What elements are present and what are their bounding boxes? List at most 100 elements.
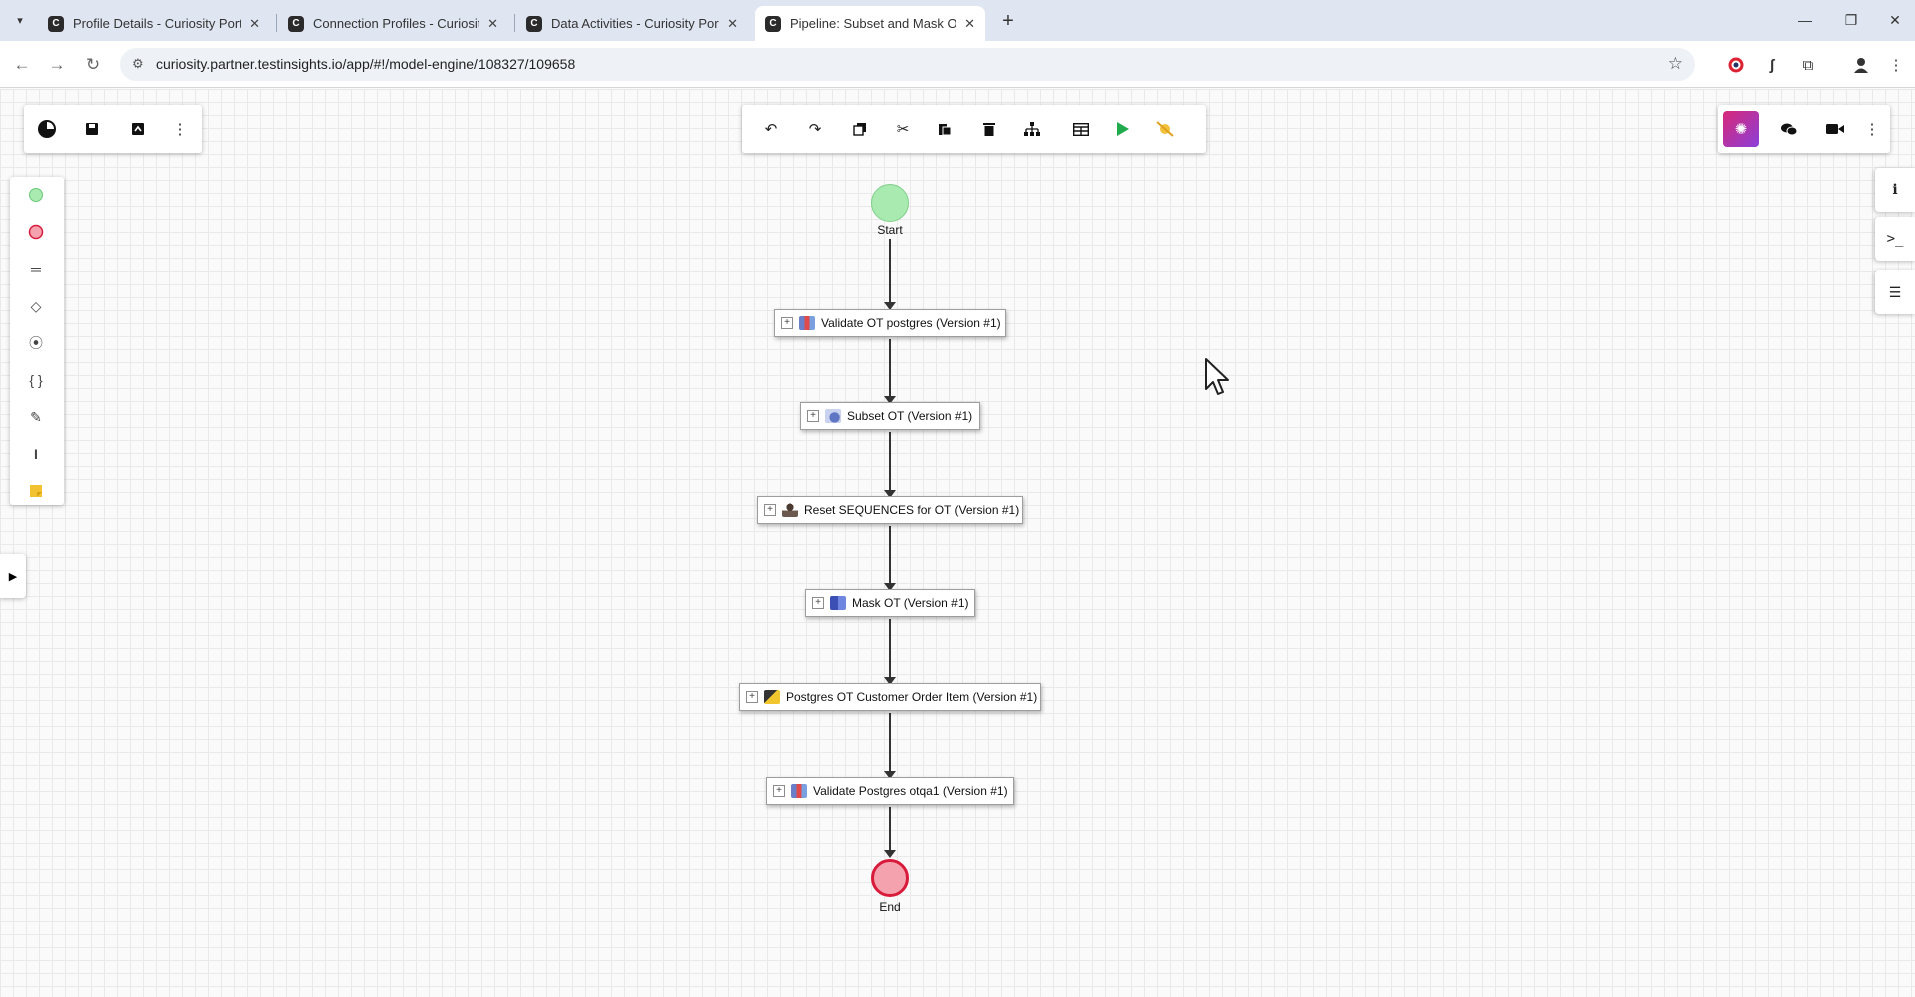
start-label: Start <box>877 223 903 237</box>
tab-divider <box>276 14 277 32</box>
curiosity-favicon-icon: C <box>765 15 781 32</box>
close-icon[interactable]: ✕ <box>964 16 975 32</box>
more-icon[interactable]: ⋮ <box>1857 114 1887 144</box>
restore-icon[interactable]: ❐ <box>1836 8 1866 32</box>
url-text[interactable]: curiosity.partner.testinsights.io/app/#!… <box>156 56 575 72</box>
start-event[interactable] <box>871 184 909 222</box>
expand-icon[interactable]: + <box>746 691 758 703</box>
expand-icon[interactable]: + <box>807 410 819 422</box>
run-icon[interactable] <box>1108 114 1138 144</box>
flow-node[interactable]: + Validate Postgres otqa1 (Version #1) <box>766 777 1014 805</box>
end-event[interactable] <box>871 859 909 897</box>
delete-icon[interactable] <box>974 114 1004 144</box>
list-icon[interactable]: ☰ <box>1875 270 1915 314</box>
chat-icon[interactable] <box>1774 114 1804 144</box>
connector <box>889 526 891 589</box>
tab-profile-details[interactable]: C Profile Details - Curiosity Portal ✕ <box>38 6 270 41</box>
curiosity-favicon-icon: C <box>526 15 542 32</box>
redo-icon[interactable]: ↷ <box>800 114 830 144</box>
extension-s-icon[interactable]: ʃ <box>1760 53 1784 77</box>
text-icon[interactable]: I <box>23 441 49 467</box>
mouse-cursor-icon <box>1204 357 1232 402</box>
paste-icon[interactable] <box>930 114 960 144</box>
left-toolbar: ⋮ <box>24 105 202 153</box>
element-palette: ═ ◇ ⦿ { } ✎ I <box>10 177 64 505</box>
more-icon[interactable]: ⋮ <box>165 114 195 144</box>
tab-title: Data Activities - Curiosity Portal <box>551 16 720 31</box>
site-info-icon[interactable]: ⚙ <box>132 56 144 72</box>
intermediate-icon[interactable]: ═ <box>23 256 49 282</box>
flow-node[interactable]: + Subset OT (Version #1) <box>800 402 980 430</box>
close-window-icon[interactable]: ✕ <box>1880 8 1910 32</box>
minimize-icon[interactable]: — <box>1790 8 1820 32</box>
expand-panel-icon[interactable]: ▶ <box>0 554 26 598</box>
browser-toolbar: ← → ↻ ⚙ curiosity.partner.testinsights.i… <box>0 41 1915 88</box>
profile-avatar-icon[interactable] <box>1849 53 1873 77</box>
browser-menu-icon[interactable]: ⋮ <box>1884 53 1908 77</box>
extensions-puzzle-icon[interactable]: ⧉ <box>1796 53 1820 77</box>
undo-icon[interactable]: ↶ <box>756 114 786 144</box>
arrow-head <box>884 850 896 858</box>
gateway-icon[interactable]: ◇ <box>23 293 49 319</box>
close-icon[interactable]: ✕ <box>727 16 738 32</box>
sticky-note-icon[interactable] <box>23 478 49 504</box>
info-icon[interactable]: i <box>1875 168 1915 212</box>
node-label: Mask OT (Version #1) <box>852 596 969 610</box>
flow-node[interactable]: + Validate OT postgres (Version #1) <box>774 309 1006 337</box>
end-label: End <box>879 900 901 914</box>
new-tab-icon[interactable]: + <box>995 8 1021 34</box>
export-icon[interactable] <box>123 114 153 144</box>
expand-icon[interactable]: + <box>781 317 793 329</box>
expand-icon[interactable]: + <box>812 597 824 609</box>
back-icon[interactable]: ← <box>9 52 35 78</box>
edit-icon[interactable]: ✎ <box>23 404 49 430</box>
connector <box>889 239 891 308</box>
center-toolbar: ↶ ↷ ✂ <box>742 105 1206 153</box>
node-label: Postgres OT Customer Order Item (Version… <box>786 690 1038 704</box>
forward-icon[interactable]: → <box>44 52 70 78</box>
bookmark-star-icon[interactable]: ☆ <box>1668 54 1683 74</box>
address-bar[interactable]: ⚙ curiosity.partner.testinsights.io/app/… <box>120 48 1695 81</box>
pipeline-canvas[interactable]: ⋮ ↶ ↷ ✂ ✺ ⋮ ═ ◇ ⦿ {} ✎ I ▶ i >_ ☰ Start… <box>0 89 1915 997</box>
tab-data-activities[interactable]: C Data Activities - Curiosity Portal ✕ <box>516 6 748 41</box>
validate-icon <box>799 316 815 330</box>
table-icon[interactable] <box>1066 114 1096 144</box>
close-icon[interactable]: ✕ <box>249 16 260 32</box>
tab-divider <box>514 14 515 32</box>
braces-icon[interactable]: { } <box>23 367 49 393</box>
expand-icon[interactable]: + <box>764 504 776 516</box>
mask-icon <box>830 596 846 610</box>
subprocess-icon[interactable]: ⦿ <box>23 330 49 356</box>
flow-node[interactable]: + Mask OT (Version #1) <box>805 589 975 617</box>
extension-icon[interactable] <box>1724 53 1748 77</box>
close-icon[interactable]: ✕ <box>487 16 498 32</box>
flow-node[interactable]: + Reset SEQUENCES for OT (Version #1) <box>757 496 1023 524</box>
database-folder-icon <box>764 690 780 704</box>
tab-search-icon[interactable]: ▾ <box>8 8 32 32</box>
node-label: Validate OT postgres (Version #1) <box>821 316 1001 330</box>
tab-title: Connection Profiles - Curiosity <box>313 16 480 31</box>
connector <box>889 713 891 777</box>
copy-icon[interactable] <box>845 114 875 144</box>
start-event-icon[interactable] <box>23 182 49 208</box>
flow-node[interactable]: + Postgres OT Customer Order Item (Versi… <box>739 683 1041 711</box>
connector <box>889 432 891 496</box>
connector <box>889 619 891 683</box>
cut-icon[interactable]: ✂ <box>888 114 918 144</box>
video-icon[interactable] <box>1820 114 1850 144</box>
tab-title: Pipeline: Subset and Mask OT F <box>790 16 957 31</box>
reload-icon[interactable]: ↻ <box>80 52 106 78</box>
hierarchy-icon[interactable] <box>1017 114 1047 144</box>
right-toolbar: ✺ ⋮ <box>1718 105 1890 153</box>
end-event-icon[interactable] <box>23 219 49 245</box>
tab-connection-profiles[interactable]: C Connection Profiles - Curiosity ✕ <box>278 6 508 41</box>
ai-assistant-icon[interactable]: ✺ <box>1723 111 1759 147</box>
logo-icon[interactable] <box>32 114 62 144</box>
person-icon <box>782 503 798 517</box>
tab-pipeline[interactable]: C Pipeline: Subset and Mask OT F ✕ <box>755 6 985 41</box>
console-icon[interactable]: >_ <box>1875 217 1915 261</box>
save-icon[interactable] <box>77 114 107 144</box>
expand-icon[interactable]: + <box>773 785 785 797</box>
curiosity-favicon-icon: C <box>288 15 304 32</box>
clear-icon[interactable] <box>1150 114 1180 144</box>
